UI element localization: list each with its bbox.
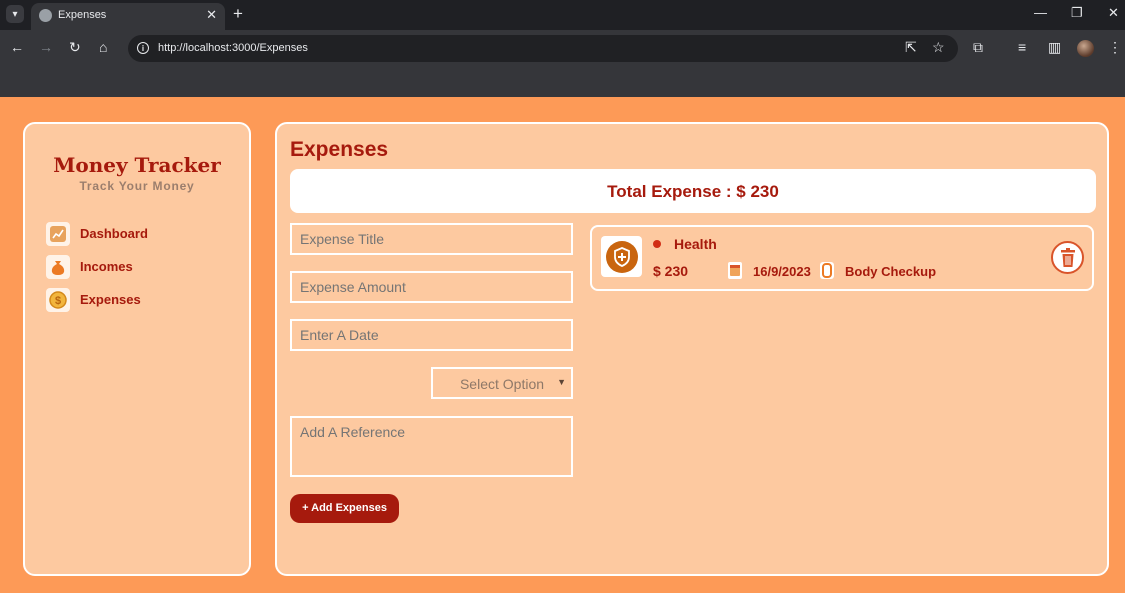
trash-icon xyxy=(1060,247,1075,267)
expense-title-input[interactable] xyxy=(290,223,573,255)
status-dot xyxy=(653,240,661,248)
money-bag-icon xyxy=(46,255,70,279)
forward-icon[interactable]: → xyxy=(39,39,53,55)
health-shield-icon xyxy=(601,236,642,277)
browser-toolbar: ← → ↻ ⌂ i http://localhost:3000/Expenses… xyxy=(0,30,1125,67)
expense-date: 16/9/2023 xyxy=(753,264,811,279)
expense-category: Health xyxy=(674,236,717,252)
app-tagline: Track Your Money xyxy=(79,179,195,193)
calendar-icon xyxy=(728,262,742,279)
extensions-icon[interactable]: ⧉ xyxy=(973,39,983,56)
category-select[interactable]: Select Option ▼ xyxy=(431,367,573,399)
sidebar-item-dashboard[interactable]: Dashboard xyxy=(46,222,236,246)
chart-icon xyxy=(46,222,70,246)
app-brand: Money Tracker xyxy=(53,153,221,177)
note-icon xyxy=(820,262,834,279)
minimize-icon[interactable]: — xyxy=(1034,5,1047,20)
window-close-icon[interactable]: ✕ xyxy=(1108,5,1119,21)
expense-amount: $ 230 xyxy=(653,263,689,279)
coin-icon: $ xyxy=(46,288,70,312)
reload-icon[interactable]: ↻ xyxy=(69,39,81,56)
expense-list-item: Health $ 230 16/9/2023 Body Checkup xyxy=(590,225,1094,291)
browser-tab[interactable]: Expenses ✕ xyxy=(31,3,225,30)
info-icon[interactable]: i xyxy=(137,42,149,54)
open-external-icon[interactable]: ⇱ xyxy=(905,39,917,56)
sidebar-item-label: Dashboard xyxy=(80,226,148,241)
tab-close-icon[interactable]: ✕ xyxy=(206,7,217,23)
side-panel-icon[interactable]: ▥ xyxy=(1048,39,1061,56)
back-icon[interactable]: ← xyxy=(10,39,24,55)
sidebar: Money Tracker Track Your Money Dashboard… xyxy=(23,122,251,576)
sidebar-item-label: Expenses xyxy=(80,292,141,307)
media-control-icon[interactable]: ≡ xyxy=(1018,39,1026,55)
expense-reference: Body Checkup xyxy=(845,264,937,279)
svg-text:$: $ xyxy=(55,295,61,307)
reference-textarea[interactable] xyxy=(290,416,573,477)
page-title: Expenses xyxy=(290,138,389,161)
category-select-value: Select Option xyxy=(459,376,545,392)
sidebar-item-label: Incomes xyxy=(80,259,133,274)
main-panel: Expenses Total Expense : $ 230 Select Op… xyxy=(275,122,1109,576)
total-expense-banner: Total Expense : $ 230 xyxy=(290,169,1096,213)
kebab-menu-icon[interactable]: ⋮ xyxy=(1108,39,1122,56)
sidebar-item-expenses[interactable]: $ Expenses xyxy=(46,288,236,312)
tab-title: Expenses xyxy=(58,9,107,21)
new-tab-icon[interactable]: + xyxy=(233,4,243,24)
bookmark-star-icon[interactable]: ☆ xyxy=(932,39,945,56)
address-bar[interactable]: i http://localhost:3000/Expenses ⇱ ☆ xyxy=(128,35,958,62)
chevron-down-icon: ▼ xyxy=(557,377,566,387)
restore-icon[interactable]: ❐ xyxy=(1071,5,1083,21)
expense-amount-input[interactable] xyxy=(290,271,573,303)
add-expense-button[interactable]: + Add Expenses xyxy=(290,494,399,523)
delete-button[interactable] xyxy=(1051,241,1084,274)
globe-icon xyxy=(39,9,52,22)
browser-tabbar: ▾ Expenses ✕ + — ❐ ✕ xyxy=(0,0,1125,30)
url-text[interactable]: http://localhost:3000/Expenses xyxy=(158,42,308,54)
browser-bar-extension xyxy=(0,67,1125,97)
expense-date-input[interactable] xyxy=(290,319,573,351)
home-icon[interactable]: ⌂ xyxy=(99,39,107,55)
tab-search-icon[interactable]: ▾ xyxy=(6,5,24,23)
profile-avatar[interactable] xyxy=(1077,40,1094,57)
sidebar-item-incomes[interactable]: Incomes xyxy=(46,255,236,279)
